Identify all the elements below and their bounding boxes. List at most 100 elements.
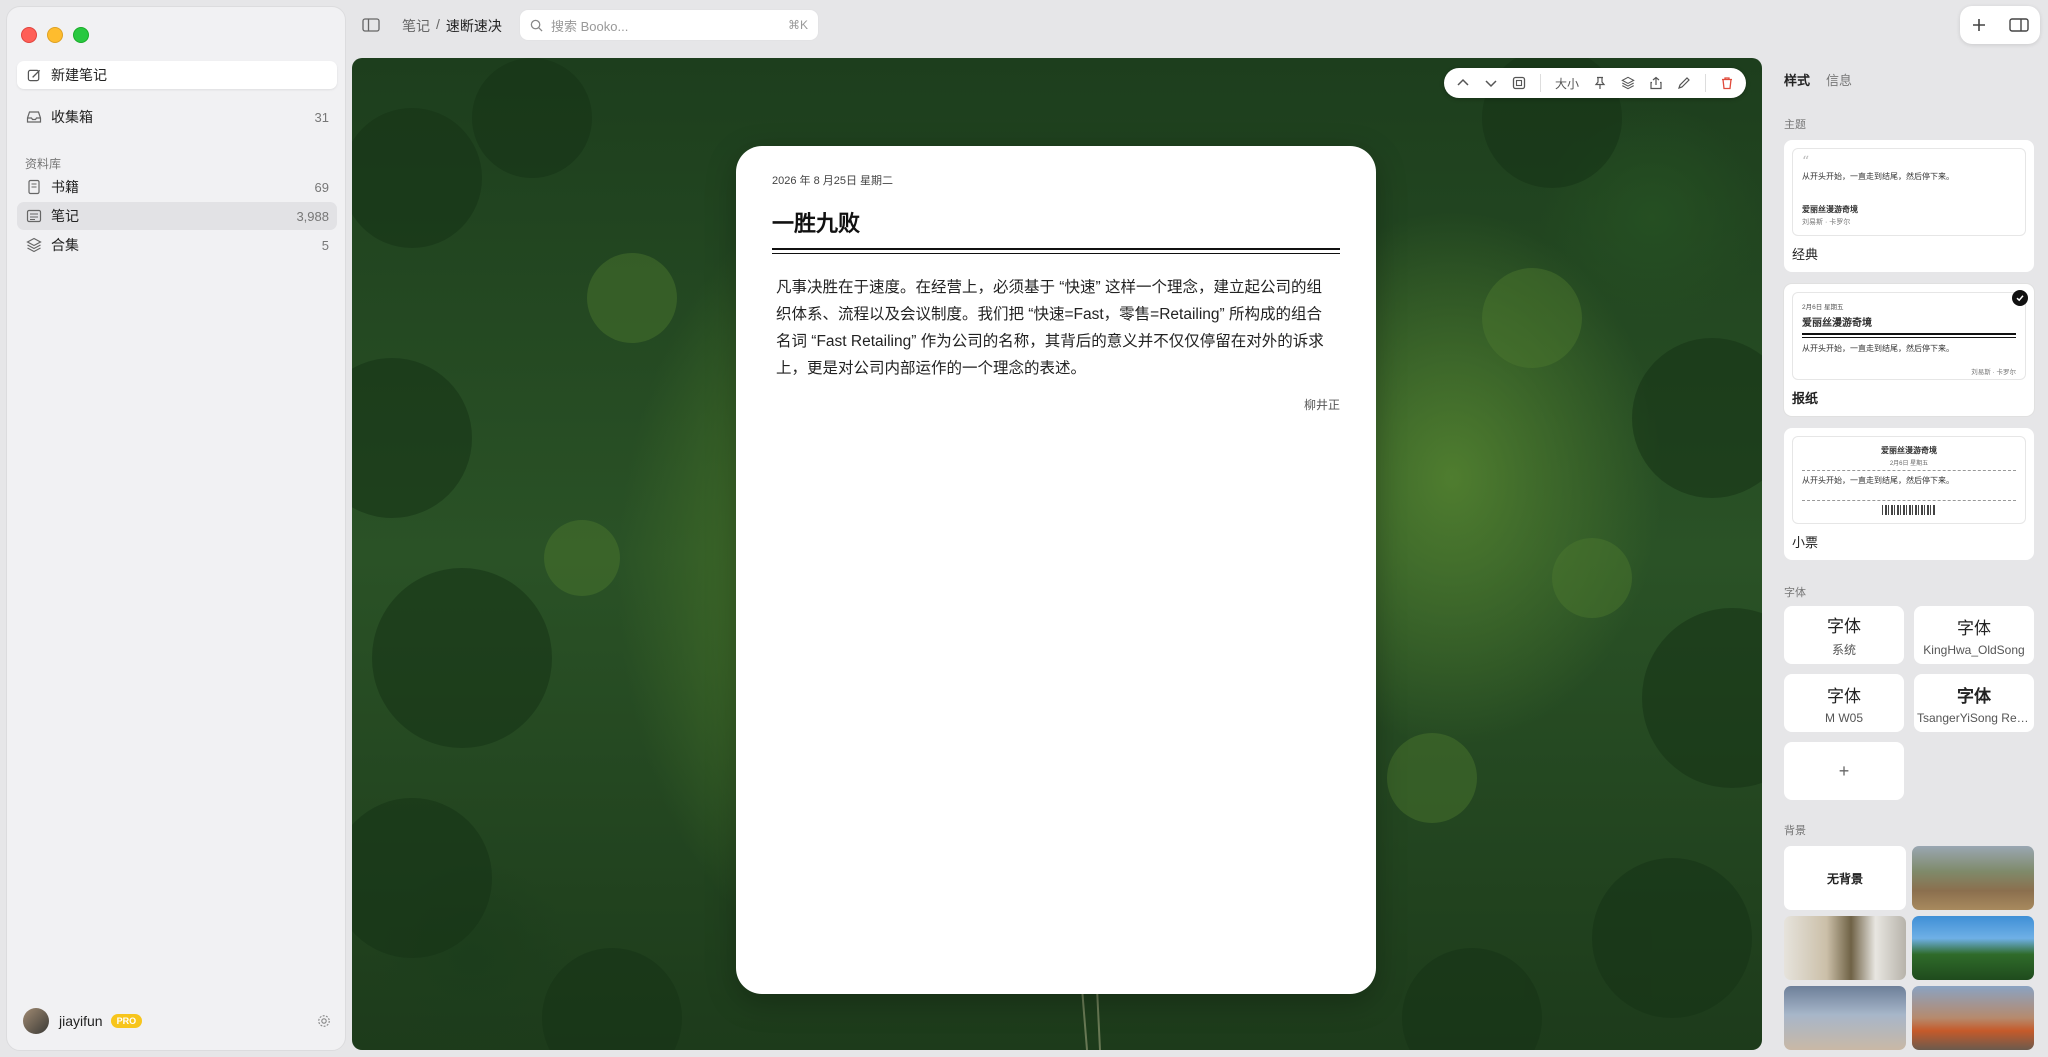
tab-style[interactable]: 样式 xyxy=(1784,70,1810,89)
theme-preview: 爱丽丝漫游奇境 2月6日 星期五 从开头开始，一直走到结尾，然后停下来。 xyxy=(1792,436,2026,524)
breadcrumb-root[interactable]: 笔记 xyxy=(402,16,430,36)
share-icon[interactable] xyxy=(1649,76,1663,90)
close-window-button[interactable] xyxy=(21,27,37,43)
focus-frame-icon[interactable] xyxy=(1512,76,1526,90)
theme-section-label: 主题 xyxy=(1784,119,1806,131)
avatar xyxy=(23,1008,49,1034)
note-canvas: 大小 2026 年 8 月25日 星期二 一胜九败 凡事决胜在于速度。在经营上，… xyxy=(352,58,1762,1050)
note-card[interactable]: 2026 年 8 月25日 星期二 一胜九败 凡事决胜在于速度。在经营上，必须基… xyxy=(736,146,1376,994)
theme-preview-book: 爱丽丝漫游奇境 xyxy=(1802,205,1858,214)
font-name: TsangerYiSong Reg... xyxy=(1917,710,2031,725)
theme-preview-author: 刘易斯 · 卡罗尔 xyxy=(1971,369,2016,376)
compose-icon xyxy=(25,66,43,84)
theme-name: 小票 xyxy=(1792,535,1819,550)
sidebar-item-books[interactable]: 书籍 69 xyxy=(17,173,337,201)
search-shortcut: ⌘K xyxy=(787,18,808,32)
theme-preview-date: 2月6日 星期五 xyxy=(1889,461,1929,467)
sidebar-item-count: 3,988 xyxy=(296,208,329,224)
new-note-button[interactable]: 新建笔记 xyxy=(17,61,337,89)
background-option-window-plant[interactable] xyxy=(1784,916,1906,980)
background-option-tokyo-tower[interactable] xyxy=(1912,986,2034,1050)
note-date: 2026 年 8 月25日 星期二 xyxy=(772,175,894,187)
font-section-label: 字体 xyxy=(1784,587,1806,599)
background-option-palm-trees[interactable] xyxy=(1912,916,2034,980)
add-icon[interactable] xyxy=(1971,17,1987,33)
add-font-button[interactable]: + xyxy=(1784,742,1904,800)
theme-preview: “ 从开头开始，一直走到结尾，然后停下来。 爱丽丝漫游奇境 刘易斯 · 卡罗尔 xyxy=(1792,148,2026,236)
theme-preview-line: 从开头开始，一直走到结尾，然后停下来。 xyxy=(1802,344,1954,353)
sidebar-toggle-button[interactable] xyxy=(362,17,380,33)
breadcrumb: 笔记 / 速断速决 xyxy=(402,16,502,36)
pro-badge: PRO xyxy=(110,1014,143,1028)
pin-icon[interactable] xyxy=(1593,76,1607,90)
font-name: M W05 xyxy=(1824,710,1863,725)
search-placeholder: 搜索 Booko... xyxy=(551,18,629,34)
username: jiayifun xyxy=(59,1013,103,1029)
no-background-option[interactable]: 无背景 xyxy=(1784,846,1906,910)
quote-mark: “ xyxy=(1802,154,1810,170)
theme-card-newspaper[interactable]: 2月6日 星期五 爱丽丝漫游奇境 从开头开始，一直走到结尾，然后停下来。 刘易斯… xyxy=(1784,284,2034,416)
title-rule xyxy=(772,248,1340,254)
search-icon xyxy=(530,19,543,32)
font-option-mw05[interactable]: 字体 M W05 xyxy=(1784,674,1904,732)
background-option-mountain-town[interactable] xyxy=(1912,846,2034,910)
theme-preview-line: 从开头开始，一直走到结尾，然后停下来。 xyxy=(1802,476,1954,485)
layers-icon[interactable] xyxy=(1621,76,1635,90)
gear-icon[interactable] xyxy=(317,1014,331,1028)
inbox-icon xyxy=(25,108,43,126)
minimize-window-button[interactable] xyxy=(47,27,63,43)
font-name: 系统 xyxy=(1831,643,1856,657)
library-section-label: 资料库 xyxy=(25,157,62,171)
sidebar-item-count: 5 xyxy=(321,237,329,253)
add-font-icon: + xyxy=(1838,760,1850,781)
inspector-panel: 样式 信息 主题 “ 从开头开始，一直走到结尾，然后停下来。 爱丽丝漫游奇境 刘… xyxy=(1774,58,2040,1057)
chevron-up-icon[interactable] xyxy=(1456,76,1470,90)
font-size-button[interactable]: 大小 xyxy=(1555,75,1579,92)
inspector-toggle-icon[interactable] xyxy=(2009,17,2029,33)
theme-preview-rule xyxy=(1802,333,2016,338)
theme-card-receipt[interactable]: 爱丽丝漫游奇境 2月6日 星期五 从开头开始，一直走到结尾，然后停下来。 小票 xyxy=(1784,428,2034,560)
notes-icon xyxy=(25,207,43,225)
sidebar-item-count: 69 xyxy=(314,179,329,195)
note-body: 凡事决胜在于速度。在经营上，必须基于 “快速” 这样一个理念，建立起公司的组织体… xyxy=(776,279,1324,377)
font-option-system[interactable]: 字体 系统 xyxy=(1784,606,1904,664)
top-right-controls xyxy=(1960,6,2040,44)
toolbar-divider xyxy=(1705,74,1706,92)
font-option-kinghwa[interactable]: 字体 KingHwa_OldSong xyxy=(1914,606,2034,664)
sidebar-item-label: 笔记 xyxy=(51,208,79,224)
note-author: 柳井正 xyxy=(1303,398,1340,412)
book-icon xyxy=(25,178,43,196)
sidebar-item-inbox[interactable]: 收集箱 31 xyxy=(17,103,337,131)
sidebar-item-collections[interactable]: 合集 5 xyxy=(17,231,337,259)
receipt-dashed-line xyxy=(1802,470,2016,471)
layers-icon xyxy=(25,236,43,254)
user-profile[interactable]: jiayifun PRO xyxy=(23,1006,339,1036)
breadcrumb-current[interactable]: 速断速决 xyxy=(446,16,502,36)
toolbar-divider xyxy=(1539,74,1541,92)
background-section-label: 背景 xyxy=(1784,825,1806,837)
theme-preview: 2月6日 星期五 爱丽丝漫游奇境 从开头开始，一直走到结尾，然后停下来。 刘易斯… xyxy=(1792,292,2026,380)
background-option-clouds[interactable] xyxy=(1784,986,1906,1050)
theme-card-classic[interactable]: “ 从开头开始，一直走到结尾，然后停下来。 爱丽丝漫游奇境 刘易斯 · 卡罗尔 … xyxy=(1784,140,2034,272)
sidebar-item-label: 收集箱 xyxy=(51,109,93,125)
chevron-down-icon[interactable] xyxy=(1484,76,1498,90)
inspector-tabs: 样式 信息 xyxy=(1784,70,2040,89)
font-option-tsanger[interactable]: 字体 TsangerYiSong Reg... xyxy=(1914,674,2034,732)
trash-icon[interactable] xyxy=(1720,76,1734,90)
sidebar-item-notes[interactable]: 笔记 3,988 xyxy=(17,202,337,230)
theme-preview-line: 从开头开始，一直走到结尾，然后停下来。 xyxy=(1802,172,1954,181)
zoom-window-button[interactable] xyxy=(73,27,89,43)
receipt-dashed-line xyxy=(1802,500,2016,501)
edit-pencil-icon[interactable] xyxy=(1677,76,1691,90)
theme-name: 报纸 xyxy=(1792,391,1819,406)
font-sample: 字体 xyxy=(1957,618,1991,639)
search-input[interactable]: 搜索 Booko... ⌘K xyxy=(520,10,818,40)
font-sample: 字体 xyxy=(1957,686,1991,707)
sidebar-item-count: 31 xyxy=(314,109,329,125)
tab-info[interactable]: 信息 xyxy=(1826,70,1852,89)
sidebar-item-label: 书籍 xyxy=(51,179,79,195)
new-note-label: 新建笔记 xyxy=(51,67,107,83)
theme-preview-date: 2月6日 星期五 xyxy=(1802,304,1844,311)
font-sample: 字体 xyxy=(1827,617,1861,636)
sidebar: 新建笔记 收集箱 31 资料库 书籍 69 笔记 3,988 合集 5 jiay… xyxy=(6,6,346,1051)
